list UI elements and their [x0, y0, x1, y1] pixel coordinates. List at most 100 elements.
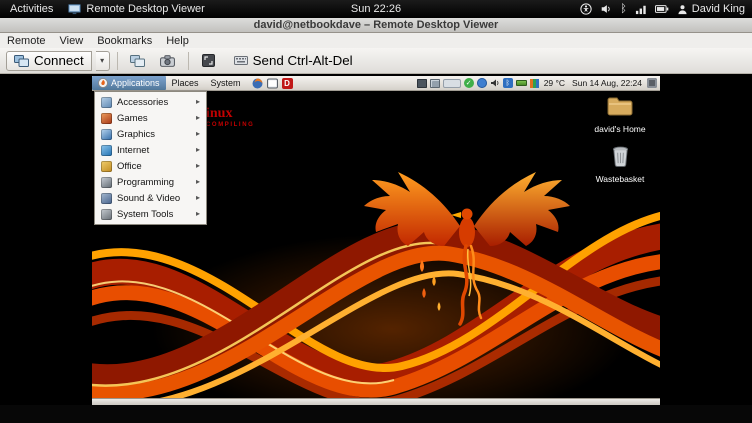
submenu-arrow-icon: ▸ [196, 178, 200, 186]
menu-help[interactable]: Help [159, 33, 196, 48]
applications-menu-icon [98, 77, 108, 90]
home-folder-desktop-icon[interactable]: david's Home [586, 96, 654, 134]
disconnect-button[interactable] [125, 50, 151, 71]
menu-item-graphics[interactable]: Graphics ▸ [97, 126, 204, 142]
menu-item-office[interactable]: Office ▸ [97, 158, 204, 174]
app-window-icon [68, 3, 81, 16]
sound-video-icon [101, 193, 112, 204]
remote-screen[interactable]: inux COMPILING Applications Places Syste… [92, 74, 660, 405]
menu-item-label: Programming [117, 177, 174, 188]
file-manager-icon[interactable] [267, 78, 278, 89]
temperature-applet[interactable]: 29 °C [542, 78, 567, 88]
presence-icon[interactable] [477, 78, 487, 88]
window-titlebar[interactable]: david@netbookdave – Remote Desktop Viewe… [0, 18, 752, 33]
applications-menu-label: Applications [111, 78, 160, 88]
volume-icon[interactable] [600, 3, 612, 16]
wastebasket-icon [612, 146, 629, 172]
graphics-icon [101, 129, 112, 140]
network-icon[interactable] [635, 3, 647, 16]
bluetooth-icon[interactable]: ᛒ [620, 3, 627, 16]
session-icon[interactable] [647, 78, 657, 88]
menu-item-sound-video[interactable]: Sound & Video ▸ [97, 190, 204, 206]
connect-label: Connect [34, 53, 84, 68]
user-icon [677, 3, 688, 16]
window-list-icon[interactable] [417, 79, 427, 88]
disconnect-icon [130, 55, 145, 67]
menu-item-label: Accessories [117, 97, 168, 108]
screenshot-camera-icon [160, 55, 175, 67]
menu-item-programming[interactable]: Programming ▸ [97, 174, 204, 190]
menu-item-label: System Tools [117, 209, 173, 220]
window-menubar: Remote View Bookmarks Help [0, 33, 752, 48]
menu-item-system-tools[interactable]: System Tools ▸ [97, 206, 204, 222]
places-menu-button[interactable]: Places [166, 76, 205, 90]
screen: Activities Remote Desktop Viewer Sun 22:… [0, 0, 752, 423]
take-screenshot-button[interactable] [155, 50, 181, 71]
user-menu[interactable]: David King [677, 3, 745, 16]
display-icon[interactable] [430, 79, 440, 88]
battery-icon[interactable] [655, 3, 669, 16]
panel-clock[interactable]: Sun 14 Aug, 22:24 [570, 78, 644, 88]
panel-tray: ✓ ᛒ 29 °C Sun 14 Aug, 22:24 [417, 78, 660, 88]
menu-item-label: Sound & Video [117, 193, 180, 204]
panel-battery-icon[interactable] [516, 80, 527, 86]
menu-item-internet[interactable]: Internet ▸ [97, 142, 204, 158]
panel-bluetooth-icon[interactable]: ᛒ [503, 78, 513, 88]
toolbar-separator [117, 52, 118, 70]
window-toolbar: Connect ▾ Send Ctrl-Alt-Del [0, 48, 752, 74]
shell-top-bar: Activities Remote Desktop Viewer Sun 22:… [0, 0, 752, 18]
connect-dropdown-button[interactable]: ▾ [96, 51, 110, 71]
submenu-arrow-icon: ▸ [196, 130, 200, 138]
menu-item-label: Internet [117, 145, 149, 156]
remote-viewport: inux COMPILING Applications Places Syste… [0, 74, 752, 405]
d-app-icon[interactable]: D [282, 78, 293, 89]
applications-menu-button[interactable]: Applications [92, 76, 166, 90]
send-ctrl-alt-del-label: Send Ctrl-Alt-Del [253, 53, 353, 68]
fullscreen-button[interactable] [196, 50, 222, 71]
submenu-arrow-icon: ▸ [196, 210, 200, 218]
system-menu-button[interactable]: System [205, 76, 247, 90]
panel-applet-box[interactable] [443, 79, 461, 88]
remote-top-panel: Applications Places System D [92, 76, 660, 91]
focused-app-label: Remote Desktop Viewer [86, 3, 204, 15]
top-bar-status-area: ᛒ David King [580, 3, 752, 16]
update-notifier-icon[interactable]: ✓ [464, 78, 474, 88]
office-icon [101, 161, 112, 172]
desktop-icon-label: Wastebasket [596, 174, 645, 184]
internet-icon [101, 145, 112, 156]
applications-dropdown-menu: Accessories ▸ Games ▸ Graphics ▸ Interne… [94, 91, 207, 225]
web-browser-icon[interactable] [252, 78, 263, 89]
menu-item-games[interactable]: Games ▸ [97, 110, 204, 126]
games-icon [101, 113, 112, 124]
panel-volume-icon[interactable] [490, 78, 500, 88]
menu-item-label: Games [117, 113, 148, 124]
focused-app-menu[interactable]: Remote Desktop Viewer [68, 3, 204, 16]
menu-bookmarks[interactable]: Bookmarks [90, 33, 159, 48]
menu-view[interactable]: View [53, 33, 91, 48]
submenu-arrow-icon: ▸ [196, 98, 200, 106]
keyboard-icon [234, 54, 248, 67]
connect-button[interactable]: Connect [6, 51, 92, 71]
submenu-arrow-icon: ▸ [196, 194, 200, 202]
menu-item-label: Graphics [117, 129, 155, 140]
accessories-icon [101, 97, 112, 108]
menu-remote[interactable]: Remote [0, 33, 53, 48]
accessibility-icon[interactable] [580, 3, 592, 16]
system-monitor-icon[interactable] [530, 79, 539, 88]
menu-item-label: Office [117, 161, 142, 172]
wallpaper-logo-line1: inux [206, 107, 254, 121]
fullscreen-icon [202, 54, 215, 67]
menu-item-accessories[interactable]: Accessories ▸ [97, 94, 204, 110]
message-tray[interactable] [0, 405, 752, 423]
remote-bottom-panel[interactable] [92, 398, 660, 405]
desktop-icon-label: david's Home [594, 124, 645, 134]
connect-icon [14, 54, 29, 67]
window-title: david@netbookdave – Remote Desktop Viewe… [254, 19, 499, 31]
send-ctrl-alt-del-button[interactable]: Send Ctrl-Alt-Del [226, 51, 361, 71]
wastebasket-desktop-icon[interactable]: Wastebasket [586, 146, 654, 184]
wallpaper-logo-line2: COMPILING [206, 122, 254, 128]
user-name-label: David King [692, 3, 745, 15]
panel-launchers: D [252, 78, 293, 89]
submenu-arrow-icon: ▸ [196, 114, 200, 122]
activities-button[interactable]: Activities [7, 3, 56, 15]
